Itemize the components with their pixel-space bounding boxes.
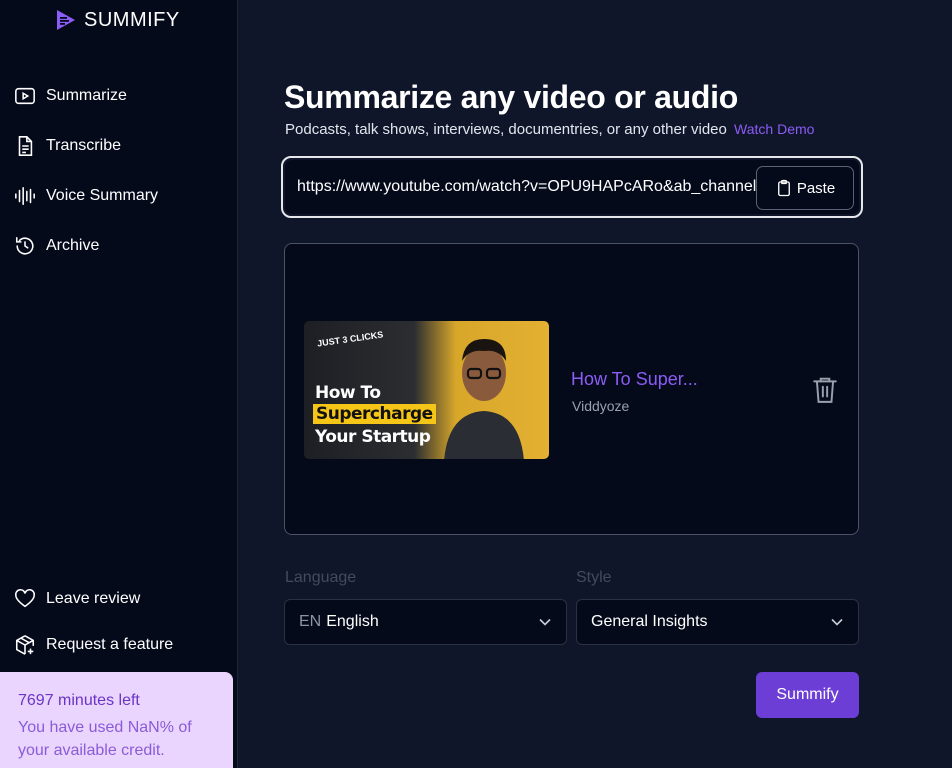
url-input-wrapper: Paste — [281, 156, 863, 218]
video-channel: Viddyoze — [572, 398, 630, 414]
thumbnail-line-2: Supercharge — [313, 404, 436, 424]
style-select[interactable]: General Insights — [576, 599, 859, 645]
history-icon — [15, 236, 34, 255]
style-value: General Insights — [591, 613, 708, 630]
main-content: Summarize any video or audio Podcasts, t… — [238, 0, 952, 768]
watch-demo-link[interactable]: Watch Demo — [734, 121, 814, 137]
sidebar-item-label: Leave review — [46, 590, 141, 607]
summify-logo-icon — [57, 10, 75, 30]
sidebar-item-leave-review[interactable]: Leave review — [14, 588, 140, 610]
play-icon — [15, 87, 35, 105]
sidebar-item-label: Voice Summary — [46, 187, 159, 204]
heart-icon — [15, 588, 35, 608]
page-title: Summarize any video or audio — [284, 79, 738, 115]
paste-label: Paste — [796, 179, 836, 197]
url-input-container: Paste — [285, 160, 859, 214]
language-select[interactable]: EN English — [284, 599, 567, 645]
chevron-down-icon — [831, 618, 843, 626]
language-label: Language — [285, 569, 357, 586]
sidebar-item-transcribe[interactable]: Transcribe — [14, 135, 121, 157]
credit-text: You have used NaN% of your available cre… — [18, 719, 192, 759]
language-code: EN — [299, 613, 322, 630]
subtitle-text: Podcasts, talk shows, interviews, docume… — [285, 121, 727, 138]
sidebar: SUMMIFY Summarize Transcribe Voice Summa… — [0, 0, 238, 768]
sidebar-item-label: Transcribe — [46, 137, 121, 154]
credit-box: 7697 minutes left You have used NaN% of … — [0, 672, 233, 768]
sidebar-item-voice-summary[interactable]: Voice Summary — [14, 185, 158, 207]
video-title[interactable]: How To Super... — [571, 369, 698, 390]
chevron-down-icon — [539, 618, 551, 626]
sidebar-item-summarize[interactable]: Summarize — [14, 85, 127, 107]
sidebar-item-request-feature[interactable]: Request a feature — [14, 634, 173, 656]
video-card: JUST 3 CLICKS How To Supercharge Your St… — [284, 243, 859, 535]
clipboard-icon — [777, 179, 790, 197]
thumbnail-brand: JUST 3 CLICKS — [316, 329, 384, 349]
sidebar-item-label: Archive — [46, 237, 100, 254]
sidebar-item-label: Summarize — [46, 87, 127, 104]
package-plus-icon — [15, 635, 35, 655]
thumbnail-line-3: Your Startup — [315, 427, 431, 447]
thumbnail-line-1: How To — [315, 383, 381, 403]
video-thumbnail[interactable]: JUST 3 CLICKS How To Supercharge Your St… — [304, 321, 549, 459]
page-subtitle: Podcasts, talk shows, interviews, docume… — [285, 121, 814, 138]
language-value: English — [326, 613, 379, 630]
document-icon — [18, 136, 33, 156]
style-label: Style — [576, 569, 612, 586]
credit-title: 7697 minutes left — [18, 692, 140, 709]
person-figure-icon — [444, 339, 524, 459]
paste-button[interactable]: Paste — [756, 166, 854, 210]
waveform-icon — [15, 186, 35, 206]
logo-text: SUMMIFY — [84, 8, 180, 31]
sidebar-item-label: Request a feature — [46, 636, 174, 653]
summify-button[interactable]: Summify — [756, 672, 859, 718]
trash-icon[interactable] — [812, 376, 838, 404]
logo[interactable]: SUMMIFY — [54, 8, 180, 32]
sidebar-item-archive[interactable]: Archive — [14, 235, 99, 257]
